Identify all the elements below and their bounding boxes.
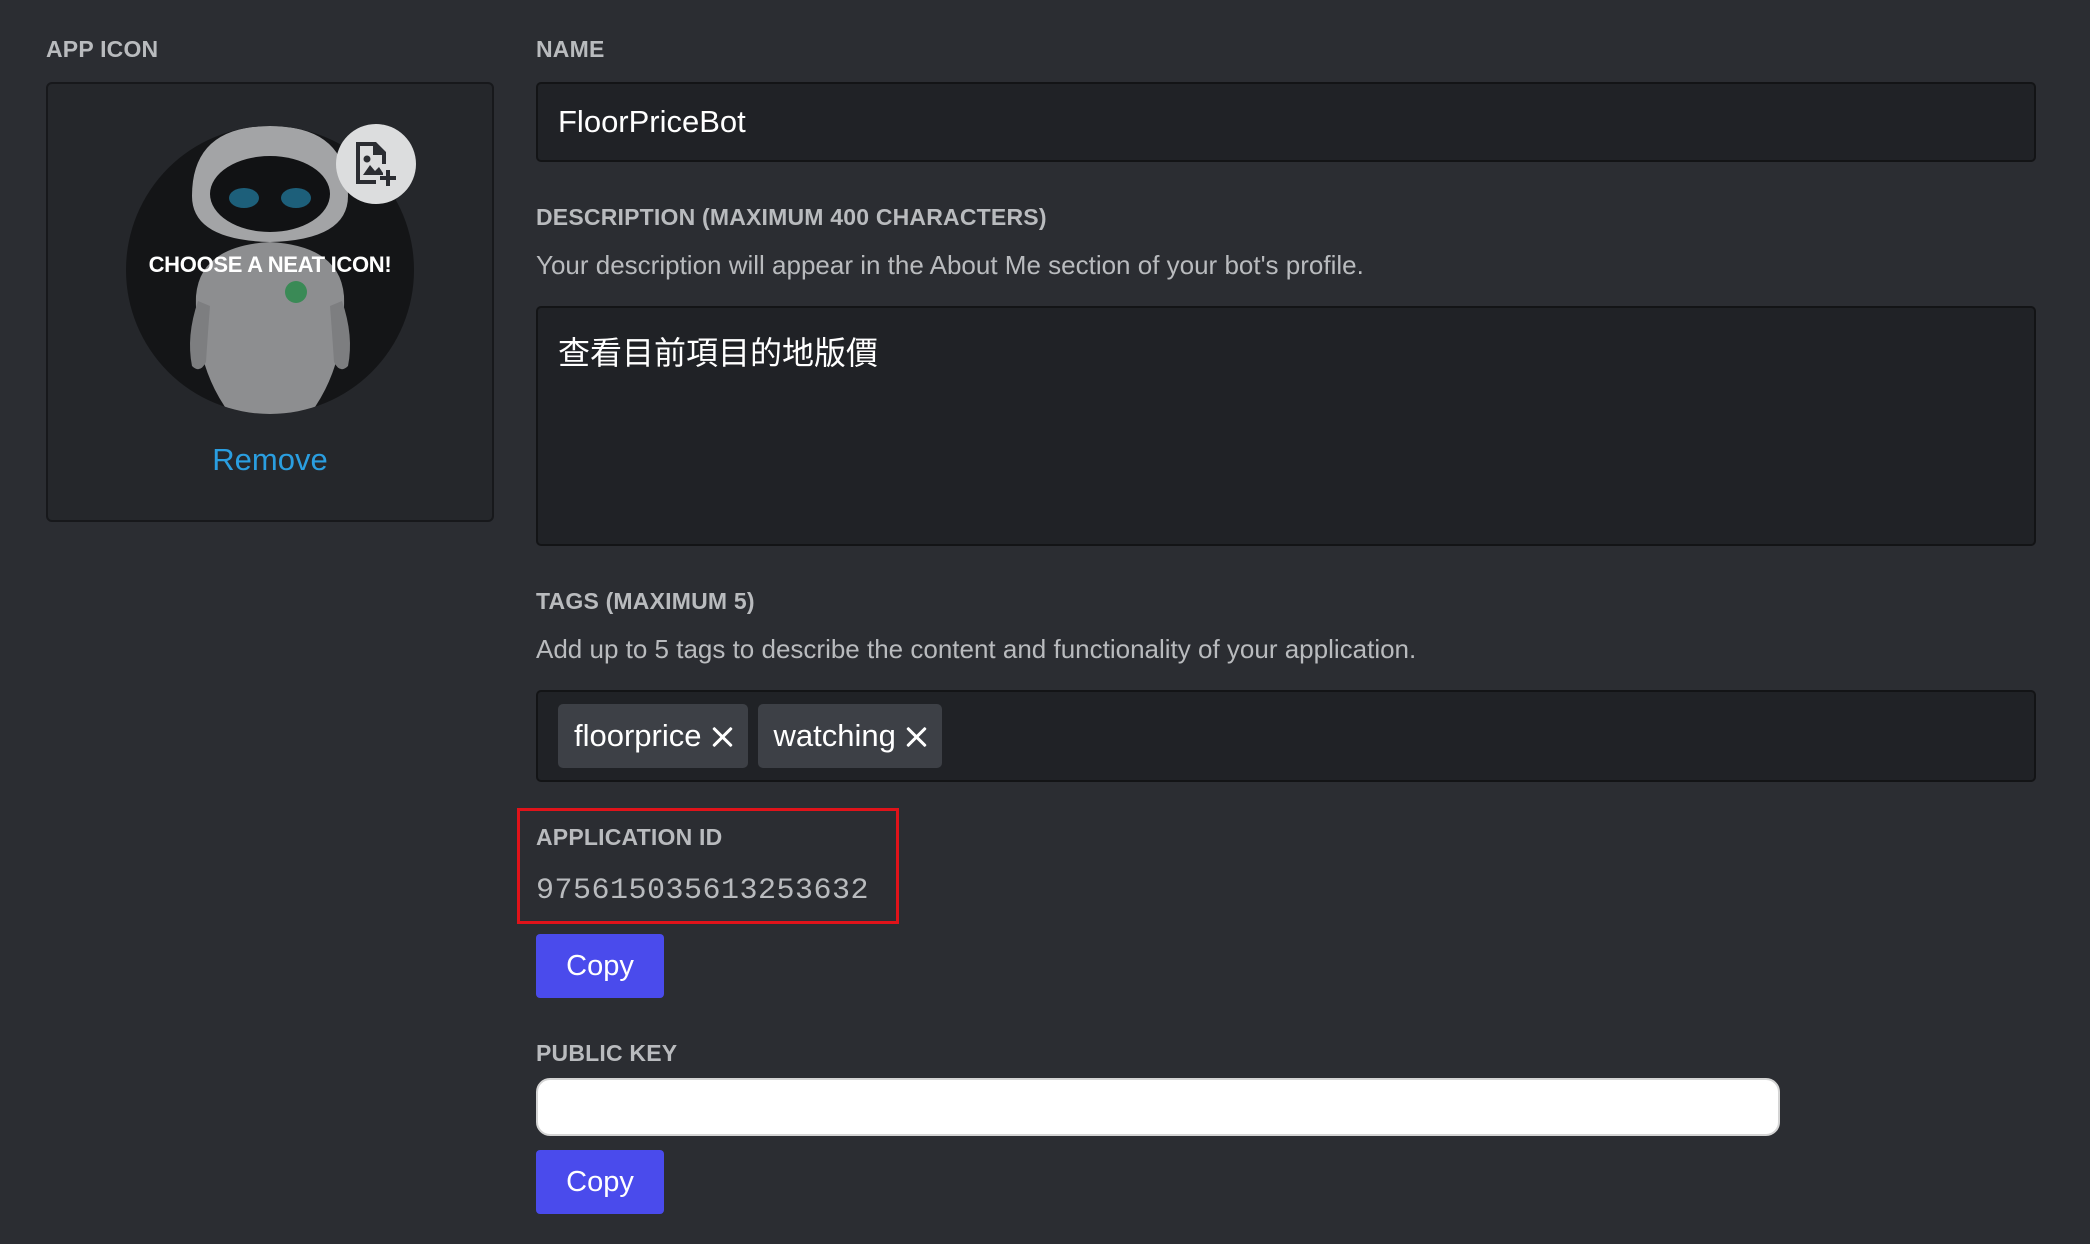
tag-chip: watching <box>757 704 942 768</box>
add-image-icon <box>356 142 396 186</box>
choose-icon-text: CHOOSE A NEAT ICON! <box>148 252 392 277</box>
remove-icon-link[interactable]: Remove <box>48 442 492 478</box>
name-label: NAME <box>536 36 605 62</box>
public-key-label: PUBLIC KEY <box>536 1040 678 1066</box>
name-input[interactable]: FloorPriceBot <box>536 82 2036 162</box>
copy-application-id-button[interactable]: Copy <box>536 934 664 998</box>
app-settings-page: APP ICON CHOOSE A NEAT ICON! Remove NAME… <box>0 0 2090 1244</box>
tag-chip: floorprice <box>558 704 748 768</box>
public-key-field <box>536 1078 1780 1136</box>
description-label: DESCRIPTION (MAXIMUM 400 CHARACTERS) <box>536 204 1047 230</box>
description-helper: Your description will appear in the Abou… <box>536 250 1364 280</box>
upload-image-button[interactable] <box>336 124 416 204</box>
tags-input[interactable]: floorprice watching <box>536 690 2036 782</box>
app-icon-panel: CHOOSE A NEAT ICON! Remove <box>46 82 494 522</box>
remove-tag-icon[interactable] <box>904 724 928 748</box>
remove-tag-icon[interactable] <box>710 724 734 748</box>
tag-label: watching <box>773 718 896 753</box>
tags-helper: Add up to 5 tags to describe the content… <box>536 634 1417 664</box>
application-id-label: APPLICATION ID <box>536 824 723 850</box>
tag-label: floorprice <box>574 718 702 753</box>
app-icon-label: APP ICON <box>46 36 159 62</box>
application-id-value: 975615035613253632 <box>536 874 870 908</box>
description-textarea[interactable]: 查看目前項目的地版價 <box>536 306 2036 546</box>
copy-public-key-button[interactable]: Copy <box>536 1150 664 1214</box>
tags-label: TAGS (MAXIMUM 5) <box>536 588 755 614</box>
